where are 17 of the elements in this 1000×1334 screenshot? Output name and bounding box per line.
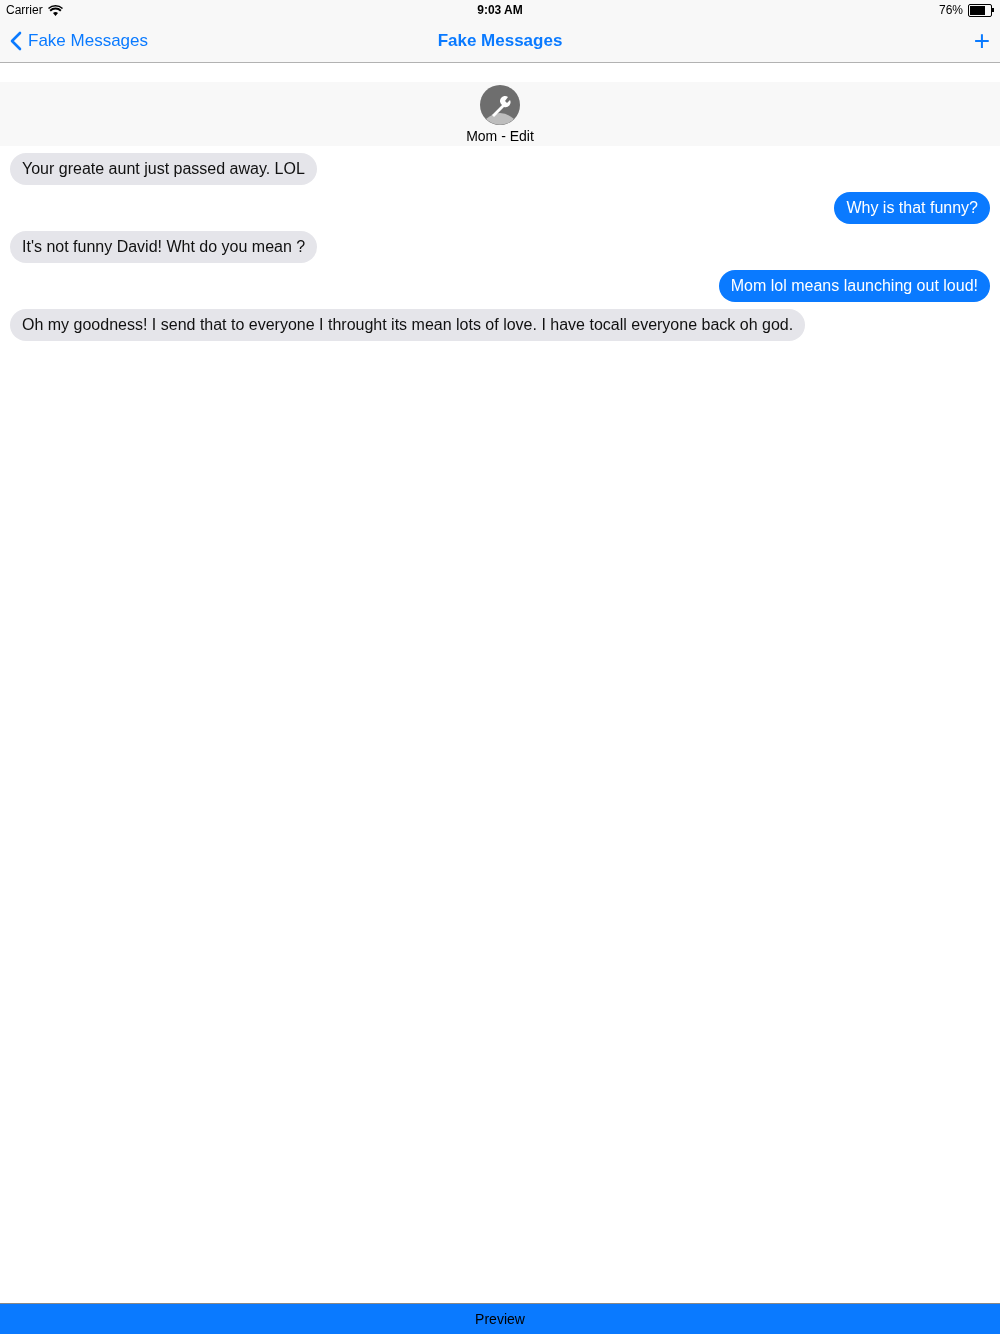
chevron-left-icon [10,31,22,51]
add-button[interactable]: + [973,27,990,55]
message-bubble: It's not funny David! Wht do you mean ? [10,231,318,263]
message-bubble: Your greate aunt just passed away. LOL [10,153,317,185]
back-button[interactable]: Fake Messages [10,31,148,51]
status-time: 9:03 AM [477,3,523,17]
message-bubble: Oh my goodness! I send that to everyone I throught its mean lots of love. I have tocall everyone back oh god. [10,309,806,341]
wifi-icon [47,4,63,16]
battery-icon [968,3,994,17]
avatar-icon[interactable] [480,84,520,125]
carrier-label: Carrier [6,3,43,17]
nav-title: Fake Messages [437,31,563,51]
battery-percent: 76% [938,3,963,17]
message-bubble: Why is that funny? [834,192,990,224]
contact-name[interactable]: Mom - Edit [466,127,534,144]
preview-button[interactable]: Preview [0,1303,1000,1334]
message-bubble: Mom lol means launching out loud! [718,270,990,302]
